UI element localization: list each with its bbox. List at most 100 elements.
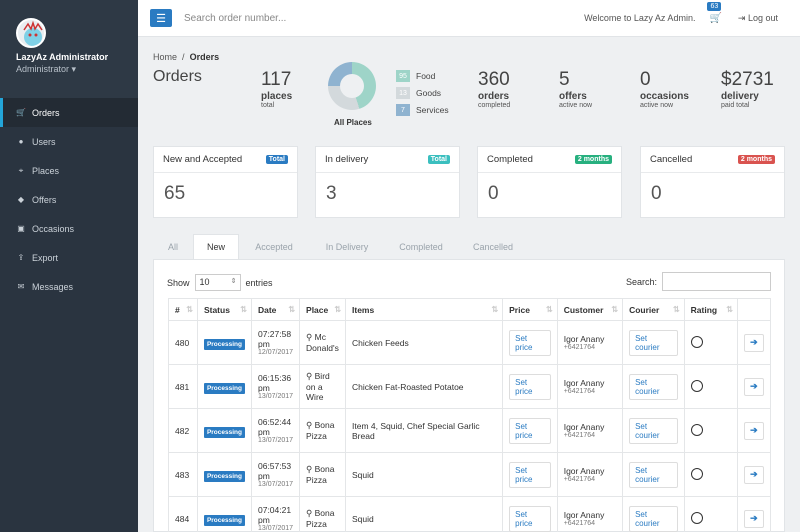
set-price-button[interactable]: Set price (509, 461, 551, 488)
rating-radio[interactable] (690, 467, 703, 480)
user-name: LazyAz Administrator (16, 52, 109, 62)
date-cell: 06:52:44 pm 13/07/2017 (250, 408, 301, 453)
column-label: Courier (629, 304, 660, 315)
sidebar-item-label: Messages (32, 281, 74, 292)
set-courier-button[interactable]: Set courier (629, 373, 678, 400)
envelope-icon: ✉ (17, 282, 25, 291)
stat-occasions: 0 occasions active now (640, 70, 689, 109)
order-tabs: All New Accepted In Delivery Completed Cancel… (153, 234, 529, 259)
status-badge: Processing (203, 470, 245, 482)
stat-label: offers (559, 91, 587, 102)
order-time: 06:57:53 pm (257, 461, 292, 481)
order-time: 06:15:36 pm (257, 373, 292, 393)
price-cell: Set price (502, 320, 558, 365)
orders-panel: Show 10 entries Search: #⇅Status⇅Date⇅Pl… (153, 259, 785, 532)
rating-radio[interactable] (690, 379, 703, 392)
open-order-button[interactable]: ➔ (743, 377, 764, 396)
customer-cell: Igor Anany +6421764 (556, 364, 624, 409)
date-cell: 06:57:53 pm 13/07/2017 (250, 452, 301, 497)
set-price-button[interactable]: Set price (509, 505, 551, 532)
customer-phone: +6421764 (563, 520, 596, 527)
set-price-button[interactable]: Set price (509, 373, 551, 400)
tab-new[interactable]: New (193, 234, 239, 259)
map-marker-icon: ⚲ (306, 332, 313, 342)
tab-accepted[interactable]: Accepted (239, 234, 309, 259)
action-cell: ➔ (736, 408, 772, 453)
open-order-button[interactable]: ➔ (743, 509, 764, 528)
page-length-control: Show 10 entries (167, 274, 273, 291)
set-courier-button[interactable]: Set courier (629, 505, 678, 532)
courier-cell: Set courier (622, 496, 685, 532)
set-price-button[interactable]: Set price (509, 417, 551, 444)
column-header[interactable]: # ⇅ (168, 298, 198, 321)
breadcrumb: Home / Orders (153, 52, 219, 62)
rating-cell (683, 452, 738, 497)
order-search-input[interactable]: Search order number... (184, 13, 584, 24)
rating-radio[interactable] (690, 335, 703, 348)
welcome-text: Welcome to Lazy Az Admin. (584, 13, 696, 23)
column-header[interactable]: Date ⇅ (250, 298, 301, 321)
tab-cancelled[interactable]: Cancelled (457, 234, 529, 259)
tab-all[interactable]: All (153, 234, 193, 259)
breadcrumb-home[interactable]: Home (153, 52, 177, 62)
sidebar-item-export[interactable]: ⇪ Export (0, 243, 138, 272)
items-cell: Chicken Feeds (345, 320, 504, 365)
tab-completed[interactable]: Completed (385, 234, 457, 259)
sidebar-item-occasions[interactable]: ▣ Occasions (0, 214, 138, 243)
set-courier-button[interactable]: Set courier (629, 329, 678, 356)
tab-in-delivery[interactable]: In Delivery (309, 234, 385, 259)
customer-phone: +6421764 (563, 344, 596, 351)
entries-select[interactable]: 10 (194, 274, 241, 291)
column-header[interactable]: Place ⇅ (299, 298, 347, 321)
sort-icon: ⇅ (672, 305, 680, 314)
customer-cell: Igor Anany +6421764 (556, 320, 624, 365)
column-header[interactable]: Courier ⇅ (622, 298, 685, 321)
legend-label: Services (416, 105, 449, 115)
sidebar-item-users[interactable]: ● Users (0, 127, 138, 156)
column-header[interactable]: Customer ⇅ (556, 298, 624, 321)
set-courier-button[interactable]: Set courier (629, 461, 678, 488)
avatar[interactable] (16, 18, 46, 48)
set-courier-button[interactable]: Set courier (629, 417, 678, 444)
card-header: Cancelled 2 months (641, 147, 784, 173)
column-header[interactable]: Price ⇅ (502, 298, 558, 321)
column-label: # (175, 304, 180, 315)
profile: LazyAz Administrator Administrator ▾ (0, 0, 138, 98)
sort-icon: ⇅ (546, 305, 553, 314)
place-cell: ⚲ Bona Pizza (299, 452, 347, 497)
customer-phone: +6421764 (563, 432, 596, 439)
column-label: Customer (563, 304, 604, 315)
sidebar-item-messages[interactable]: ✉ Messages (0, 272, 138, 301)
stat-value: $2731 (721, 69, 774, 90)
breadcrumb-current: Orders (189, 52, 220, 62)
summary-card-in-delivery: In delivery Total 3 (315, 146, 460, 218)
open-order-button[interactable]: ➔ (743, 421, 764, 440)
gift-icon: ▣ (17, 224, 25, 233)
user-icon: ● (18, 137, 24, 146)
rating-radio[interactable] (690, 423, 703, 436)
menu-toggle-button[interactable]: ☰ (150, 9, 172, 27)
open-order-button[interactable]: ➔ (743, 465, 764, 484)
set-price-button[interactable]: Set price (509, 329, 551, 356)
stat-sub: total (261, 102, 275, 109)
order-date: 13/07/2017 (257, 437, 294, 444)
stat-sub: completed (478, 102, 511, 109)
sidebar-item-orders[interactable]: 🛒 Orders (0, 98, 138, 127)
cart-button[interactable]: 63 🛒 (707, 1, 722, 24)
table-search-input[interactable] (662, 272, 772, 291)
rating-radio[interactable] (690, 511, 703, 524)
stat-value: 117 (261, 69, 292, 90)
sidebar-item-label: Users (32, 136, 56, 147)
sidebar-item-label: Places (32, 165, 60, 176)
logout-button[interactable]: ⇥ Log out (738, 13, 778, 24)
open-order-button[interactable]: ➔ (743, 333, 764, 352)
column-header[interactable]: Items ⇅ (345, 298, 504, 321)
column-header[interactable]: Rating ⇅ (683, 298, 738, 321)
user-role-dropdown[interactable]: Administrator ▾ (16, 64, 138, 75)
map-marker-icon: ⌖ (18, 165, 24, 175)
sort-icon: ⇅ (288, 305, 296, 314)
column-header[interactable]: Status ⇅ (196, 298, 252, 321)
summary-card-new-and-accepted: New and Accepted Total 65 (153, 146, 298, 218)
sidebar-item-places[interactable]: ⌖ Places (0, 156, 138, 185)
sidebar-item-offers[interactable]: ◆ Offers (0, 185, 138, 214)
